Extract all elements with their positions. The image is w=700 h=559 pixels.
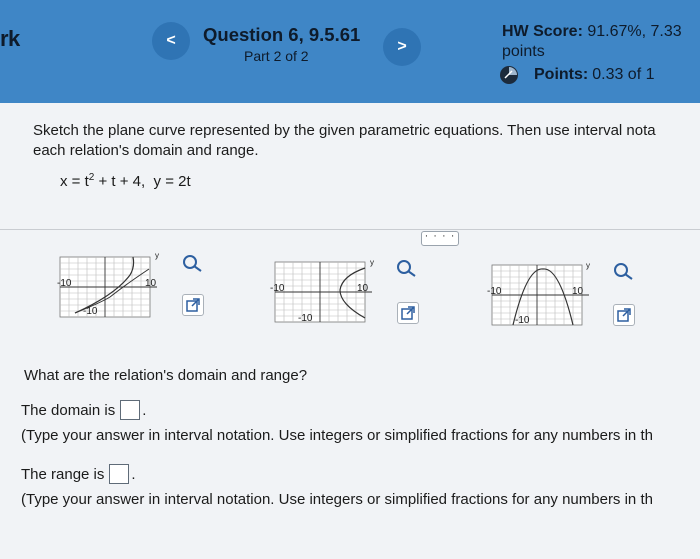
question-points: Points: 0.33 of 1 xyxy=(500,66,655,84)
graph-b-external-link-icon[interactable] xyxy=(397,302,419,324)
domain-note: (Type your answer in interval notation. … xyxy=(21,427,653,444)
chevron-left-icon: < xyxy=(166,32,176,49)
graph-b-tick-pos: 10 xyxy=(357,283,369,294)
points-label: Points: xyxy=(534,66,589,83)
graph-option-b[interactable] xyxy=(270,260,372,324)
instructions-line-1: Sketch the plane curve represented by th… xyxy=(33,122,656,139)
graph-a-external-link-icon[interactable] xyxy=(182,294,204,316)
question-title: Question 6, 9.5.61 xyxy=(203,24,361,45)
hw-score-label: HW Score: xyxy=(502,23,583,40)
header-bar: rk < Question 6, 9.5.61 Part 2 of 2 > HW… xyxy=(0,0,700,103)
domain-answer-row: The domain is . xyxy=(21,400,147,420)
graph-c-tick-pos: 10 xyxy=(572,286,584,297)
graph-a-axis-label: y xyxy=(155,251,159,260)
graph-a-tick-pos: 10 xyxy=(145,278,157,289)
graph-c-axis-label: y xyxy=(586,261,590,270)
range-label: The range is xyxy=(21,465,105,483)
instructions: Sketch the plane curve represented by th… xyxy=(33,121,700,161)
more-options-button[interactable]: · · · · xyxy=(421,231,459,246)
assignment-title-fragment: rk xyxy=(0,26,20,51)
points-value: 0.33 of 1 xyxy=(592,66,655,83)
hw-score: HW Score: 91.67%, 7.33 xyxy=(502,23,682,41)
hw-score-value: 91.67%, 7.33 xyxy=(587,23,682,40)
parametric-equations: x = t2 + t + 4, y = 2t xyxy=(60,172,191,190)
question-part: Part 2 of 2 xyxy=(244,48,309,64)
question-content: Sketch the plane curve represented by th… xyxy=(0,103,700,559)
graph-b-zoom-icon[interactable] xyxy=(395,258,419,280)
graph-a-zoom-icon[interactable] xyxy=(181,253,205,275)
chevron-right-icon: > xyxy=(397,38,407,55)
equation-x-suffix: + t + 4, xyxy=(94,173,146,190)
graph-b-tick-bottom: -10 xyxy=(298,313,313,324)
points-icon xyxy=(500,66,518,84)
domain-input[interactable] xyxy=(120,400,141,420)
graph-c-tick-bottom: -10 xyxy=(515,315,530,326)
domain-label: The domain is xyxy=(21,401,116,419)
graph-c-zoom-icon[interactable] xyxy=(612,261,636,283)
instructions-line-2: each relation's domain and range. xyxy=(33,142,259,159)
equation-x-prefix: x = t xyxy=(60,173,89,190)
graph-a-tick-bottom: -10 xyxy=(83,306,98,317)
graph-b-axis-label: y xyxy=(370,258,374,267)
question-prompt: What are the relation's domain and range… xyxy=(24,367,308,384)
hw-score-unit: points xyxy=(502,43,545,60)
range-note: (Type your answer in interval notation. … xyxy=(21,491,653,508)
graph-a-tick-neg: -10 xyxy=(57,278,72,289)
equation-y: y = 2t xyxy=(153,173,191,190)
range-answer-row: The range is . xyxy=(21,464,136,484)
graph-b-tick-neg: -10 xyxy=(270,283,285,294)
graph-c-tick-neg: -10 xyxy=(487,286,502,297)
graph-c-external-link-icon[interactable] xyxy=(613,304,635,326)
previous-question-button[interactable]: < xyxy=(152,22,190,60)
next-question-button[interactable]: > xyxy=(383,28,421,66)
section-divider xyxy=(0,229,700,230)
range-input[interactable] xyxy=(109,464,130,484)
